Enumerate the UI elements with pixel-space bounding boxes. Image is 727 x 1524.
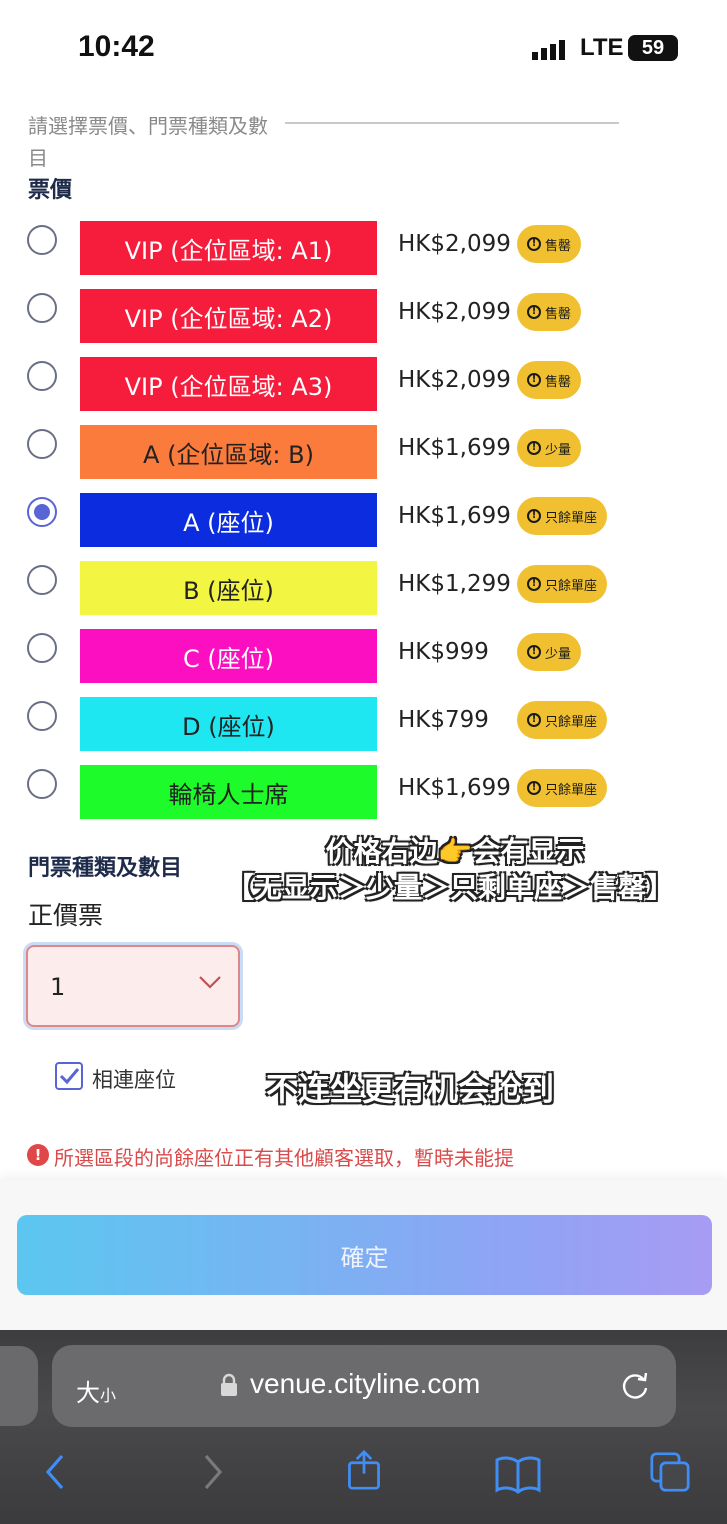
ticket-price: HK$1,699 [398, 775, 511, 801]
error-icon: ! [27, 1144, 49, 1166]
availability-badge: ! 只餘單座 [517, 769, 608, 807]
alert-circle-icon: ! [527, 713, 541, 727]
book-icon[interactable] [494, 1454, 542, 1494]
quantity-select[interactable]: 1 [26, 945, 240, 1027]
availability-status: 少量 [545, 646, 572, 662]
ticket-radio[interactable] [27, 293, 57, 323]
overlay-caption-1: 价格右边👉会有显示 [325, 835, 585, 868]
overlay-caption-3: 不连坐更有机会抢到 [265, 1070, 554, 1108]
text-size-small: 小 [100, 1386, 117, 1405]
ticket-zone-label[interactable]: D (座位) [80, 697, 377, 751]
ticket-price: HK$2,099 [398, 367, 511, 393]
ticket-radio[interactable] [27, 701, 57, 731]
ticket-radio[interactable] [27, 769, 57, 799]
ticket-row[interactable]: VIP (企位區域: A2) HK$2,099! 售罄 [0, 289, 727, 345]
ticket-zone-label[interactable]: 輪椅人士席 [80, 765, 377, 819]
alert-circle-icon: ! [527, 373, 541, 387]
availability-badge: ! 售罄 [517, 225, 582, 263]
lock-icon [221, 1373, 237, 1396]
confirm-button[interactable]: 確定 [17, 1215, 712, 1295]
chevron-right-icon[interactable] [192, 1452, 232, 1492]
availability-status: 售罄 [545, 238, 572, 254]
ticket-row[interactable]: VIP (企位區域: A3) HK$2,099! 售罄 [0, 357, 727, 413]
ticket-price: HK$1,299 [398, 571, 511, 597]
ticket-radio[interactable] [27, 565, 57, 595]
alert-circle-icon: ! [527, 441, 541, 455]
ticket-radio[interactable] [27, 633, 57, 663]
ticket-row[interactable]: A (座位) HK$1,699! 只餘單座 [0, 493, 727, 549]
cell-signal-icon [532, 40, 565, 60]
availability-status: 只餘單座 [545, 510, 598, 526]
ticket-zone-label[interactable]: A (座位) [80, 493, 377, 547]
alert-circle-icon: ! [527, 237, 541, 251]
status-time: 10:42 [78, 30, 155, 63]
overlay-caption-2: 【无显示＞少量＞只剩单座＞售罄】 [225, 871, 674, 904]
ticket-zone-label[interactable]: A (企位區域: B) [80, 425, 377, 479]
tabs-icon[interactable] [650, 1452, 690, 1492]
ticket-row[interactable]: B (座位) HK$1,299! 只餘單座 [0, 561, 727, 617]
url-text: venue.cityline.com [250, 1368, 481, 1399]
text-size-button[interactable]: 大小 [76, 1373, 116, 1408]
ticket-price: HK$799 [398, 707, 489, 733]
chevron-down-icon [199, 976, 221, 989]
availability-status: 售罄 [545, 374, 572, 390]
network-type: LTE [580, 34, 624, 61]
availability-badge: ! 售罄 [517, 293, 582, 331]
availability-status: 只餘單座 [545, 578, 598, 594]
availability-badge: ! 只餘單座 [517, 701, 608, 739]
availability-badge: ! 只餘單座 [517, 565, 608, 603]
ticket-radio[interactable] [27, 361, 57, 391]
availability-status: 售罄 [545, 306, 572, 322]
availability-badge: ! 售罄 [517, 361, 582, 399]
quantity-value: 1 [50, 973, 66, 1001]
ticket-row[interactable]: D (座位) HK$799! 只餘單座 [0, 697, 727, 753]
ticket-type-section-title: 門票種類及數目 [28, 856, 183, 881]
form-hint: 請選擇票價、門票種類及數目 [28, 114, 268, 170]
ticket-zone-label[interactable]: B (座位) [80, 561, 377, 615]
availability-status: 只餘單座 [545, 782, 598, 798]
adjacent-seats-label: 相連座位 [92, 1068, 176, 1092]
adjacent-seats-checkbox[interactable] [55, 1062, 83, 1090]
availability-badge: ! 只餘單座 [517, 497, 608, 535]
ticket-zone-label[interactable]: VIP (企位區域: A3) [80, 357, 377, 411]
checkmark-icon [59, 1068, 80, 1085]
availability-badge: ! 少量 [517, 633, 582, 671]
alert-circle-icon: ! [527, 509, 541, 523]
ticket-radio[interactable] [27, 429, 57, 459]
ticket-row[interactable]: 輪椅人士席 HK$1,699! 只餘單座 [0, 765, 727, 821]
ticket-radio[interactable] [27, 225, 57, 255]
ticket-zone-label[interactable]: VIP (企位區域: A1) [80, 221, 377, 275]
text-size-large: 大 [76, 1379, 100, 1407]
ticket-zone-label[interactable]: VIP (企位區域: A2) [80, 289, 377, 343]
ticket-row[interactable]: VIP (企位區域: A1) HK$2,099! 售罄 [0, 221, 727, 277]
battery-icon: 59 [628, 35, 678, 61]
ticket-price: HK$1,699 [398, 503, 511, 529]
ticket-type-label: 正價票 [28, 901, 104, 930]
alert-circle-icon: ! [527, 305, 541, 319]
share-icon[interactable] [344, 1450, 384, 1490]
ticket-price: HK$999 [398, 639, 489, 665]
alert-circle-icon: ! [527, 577, 541, 591]
ticket-price: HK$2,099 [398, 231, 511, 257]
ticket-price: HK$2,099 [398, 299, 511, 325]
alert-circle-icon: ! [527, 781, 541, 795]
ticket-radio[interactable] [27, 497, 57, 527]
error-message: 所選區段的尚餘座位正有其他顧客選取，暫時未能提供所選的座位 [54, 1146, 514, 1170]
chevron-left-icon[interactable] [36, 1452, 76, 1492]
ticket-row[interactable]: A (企位區域: B) HK$1,699! 少量 [0, 425, 727, 481]
availability-status: 少量 [545, 442, 572, 458]
price-section-title: 票價 [28, 178, 73, 203]
availability-badge: ! 少量 [517, 429, 582, 467]
ticket-row[interactable]: C (座位) HK$999! 少量 [0, 629, 727, 685]
previous-tab-preview[interactable] [0, 1346, 38, 1426]
alert-circle-icon: ! [527, 645, 541, 659]
ticket-price: HK$1,699 [398, 435, 511, 461]
reload-icon[interactable] [620, 1370, 650, 1402]
divider [285, 122, 619, 124]
availability-status: 只餘單座 [545, 714, 598, 730]
ticket-zone-label[interactable]: C (座位) [80, 629, 377, 683]
